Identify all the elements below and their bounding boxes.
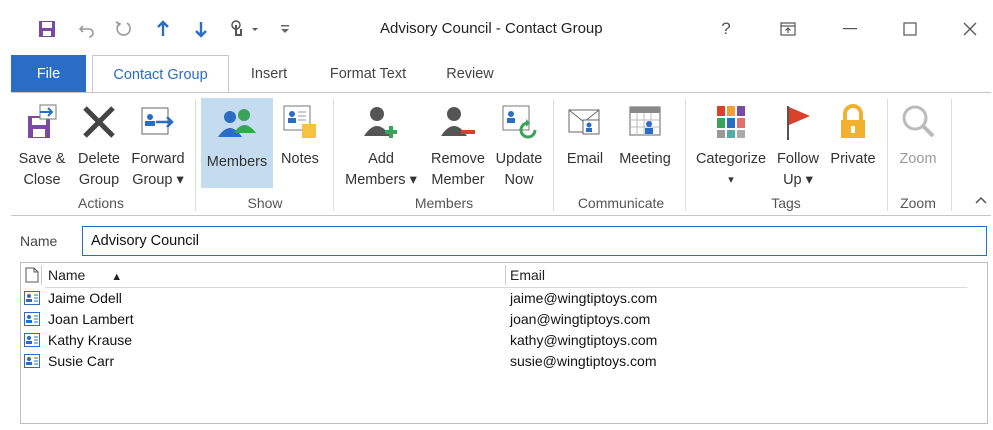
title-bar: Advisory Council - Contact Group ? bbox=[0, 0, 993, 56]
member-name: Jaime Odell bbox=[48, 290, 122, 306]
separator bbox=[951, 99, 952, 211]
email-icon bbox=[562, 99, 608, 145]
contact-card-icon bbox=[24, 312, 40, 329]
members-view-button[interactable]: Members bbox=[201, 98, 273, 188]
column-divider bbox=[41, 265, 42, 285]
follow-up-button[interactable]: Follow Up ▾ bbox=[771, 99, 825, 191]
up-arrow-icon[interactable] bbox=[150, 14, 176, 44]
document-icon bbox=[25, 267, 39, 288]
customize-qat-icon[interactable] bbox=[272, 14, 298, 44]
zoom-icon bbox=[895, 99, 941, 145]
categorize-icon bbox=[708, 99, 754, 145]
forward-group-icon bbox=[135, 99, 181, 145]
tab-format-text[interactable]: Format Text bbox=[316, 55, 420, 93]
update-now-button[interactable]: Update Now bbox=[491, 99, 547, 191]
touch-mode-icon[interactable] bbox=[224, 14, 264, 44]
tab-file[interactable]: File bbox=[11, 55, 86, 93]
tab-review[interactable]: Review bbox=[436, 55, 504, 93]
minimize-icon[interactable] bbox=[830, 14, 870, 44]
close-icon[interactable] bbox=[950, 14, 990, 44]
group-name-field[interactable] bbox=[82, 226, 987, 256]
email-button[interactable]: Email bbox=[561, 99, 609, 170]
flag-icon bbox=[775, 99, 821, 145]
separator bbox=[887, 99, 888, 211]
tab-insert[interactable]: Insert bbox=[238, 55, 300, 93]
separator bbox=[333, 99, 334, 211]
separator bbox=[553, 99, 554, 211]
add-members-button[interactable]: Add Members ▾ bbox=[341, 99, 421, 191]
separator bbox=[685, 99, 686, 211]
collapse-ribbon-icon[interactable] bbox=[975, 193, 987, 207]
contact-card-icon bbox=[24, 291, 40, 308]
undo-icon[interactable] bbox=[74, 14, 100, 44]
meeting-button[interactable]: Meeting bbox=[613, 99, 677, 170]
remove-member-button[interactable]: Remove Member bbox=[425, 99, 491, 191]
list-item[interactable]: Susie Carr susie@wingtiptoys.com bbox=[21, 351, 981, 372]
column-divider bbox=[505, 265, 506, 285]
zoom-button[interactable]: Zoom bbox=[893, 99, 943, 170]
member-email: joan@wingtiptoys.com bbox=[510, 311, 651, 327]
member-email: jaime@wingtiptoys.com bbox=[510, 290, 658, 306]
member-name: Joan Lambert bbox=[48, 311, 134, 327]
separator bbox=[195, 99, 196, 211]
member-name: Susie Carr bbox=[48, 353, 115, 369]
lock-icon bbox=[830, 99, 876, 145]
ribbon: Save & Close Delete Group Forward Group … bbox=[11, 92, 991, 216]
maximize-icon[interactable] bbox=[890, 14, 930, 44]
add-member-icon bbox=[358, 99, 404, 145]
group-label-members: Members bbox=[414, 195, 474, 211]
delete-group-button[interactable]: Delete Group bbox=[71, 99, 127, 191]
notes-icon bbox=[277, 99, 323, 145]
window-title: Advisory Council - Contact Group bbox=[380, 20, 603, 37]
ribbon-display-options-icon[interactable] bbox=[768, 14, 808, 44]
private-button[interactable]: Private bbox=[825, 99, 881, 170]
categorize-button[interactable]: Categorize ▾ bbox=[691, 99, 771, 191]
list-item[interactable]: Joan Lambert joan@wingtiptoys.com bbox=[21, 309, 981, 330]
sort-ascending-icon: ▲ bbox=[111, 271, 123, 283]
group-label-show: Show bbox=[247, 195, 283, 211]
list-item[interactable]: Jaime Odell jaime@wingtiptoys.com bbox=[21, 288, 981, 309]
remove-member-icon bbox=[435, 99, 481, 145]
notes-view-button[interactable]: Notes bbox=[275, 99, 325, 170]
member-list[interactable]: Name ▲ Email Jaime Odell jaime@wingtipto… bbox=[20, 262, 988, 424]
member-email: susie@wingtiptoys.com bbox=[510, 353, 657, 369]
contact-card-icon bbox=[24, 354, 40, 371]
contact-card-icon bbox=[24, 333, 40, 350]
down-arrow-icon[interactable] bbox=[188, 14, 214, 44]
column-header-email[interactable]: Email bbox=[510, 267, 545, 283]
help-button[interactable]: ? bbox=[706, 14, 746, 44]
tab-contact-group[interactable]: Contact Group bbox=[92, 55, 229, 94]
save-icon[interactable] bbox=[34, 14, 60, 44]
members-icon bbox=[214, 102, 260, 148]
group-label-actions: Actions bbox=[78, 195, 124, 211]
name-label: Name bbox=[20, 233, 58, 249]
group-label-communicate: Communicate bbox=[577, 195, 665, 211]
column-header-name[interactable]: Name ▲ bbox=[48, 267, 122, 283]
group-label-tags: Tags bbox=[771, 195, 801, 211]
save-close-icon bbox=[19, 99, 65, 145]
member-email: kathy@wingtiptoys.com bbox=[510, 332, 658, 348]
meeting-icon bbox=[622, 99, 668, 145]
update-now-icon bbox=[496, 99, 542, 145]
delete-icon bbox=[76, 99, 122, 145]
member-name: Kathy Krause bbox=[48, 332, 133, 348]
group-label-zoom: Zoom bbox=[900, 195, 936, 211]
forward-group-button[interactable]: Forward Group ▾ bbox=[127, 99, 189, 191]
list-item[interactable]: Kathy Krause kathy@wingtiptoys.com bbox=[21, 330, 981, 351]
save-close-button[interactable]: Save & Close bbox=[13, 99, 71, 191]
redo-icon[interactable] bbox=[110, 14, 136, 44]
ribbon-tabs: File Contact Group Insert Format Text Re… bbox=[0, 55, 993, 94]
